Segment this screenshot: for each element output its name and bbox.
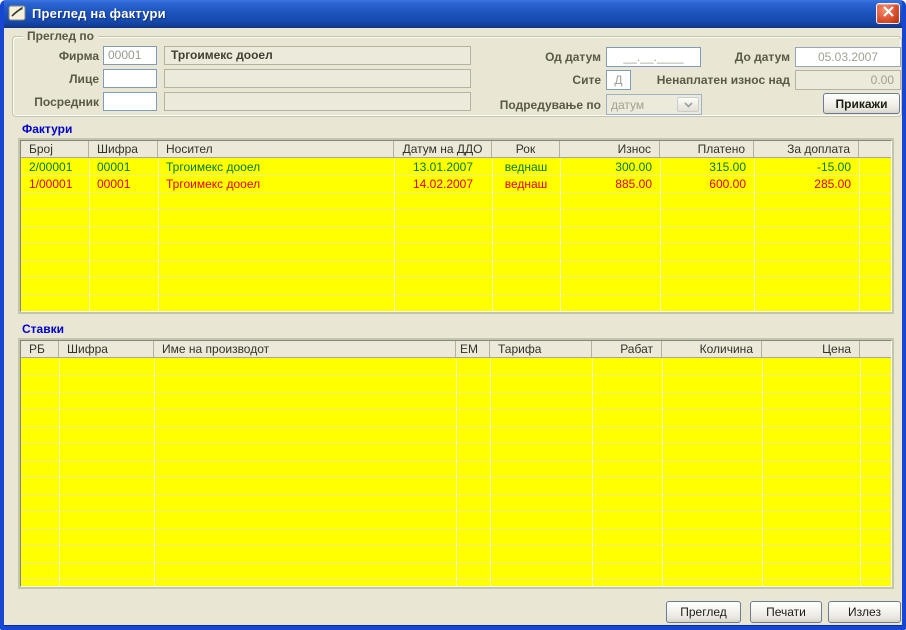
nenaplaten-input: 0.00 — [795, 70, 901, 90]
podreduvanje-dropdown[interactable]: датум — [606, 94, 702, 115]
filter-group-label: Преглед по — [23, 29, 98, 43]
podreduvanje-label: Подредување по — [444, 96, 601, 115]
items-table-header: РБ Шифра Име на производот ЕМ Тарифа Раб… — [21, 341, 891, 358]
items-col-rb: РБ — [21, 341, 59, 357]
chevron-down-icon[interactable] — [677, 97, 699, 112]
items-col-kolicina: Количина — [662, 341, 762, 357]
podreduvanje-value: датум — [611, 98, 644, 112]
izlez-button[interactable]: Излез — [828, 601, 901, 623]
invoices-col-broj: Број — [21, 141, 89, 157]
prikazi-button[interactable]: Прикажи — [823, 93, 900, 114]
lice-label: Лице — [14, 70, 99, 89]
items-col-sifra: Шифра — [59, 341, 154, 357]
invoices-col-rok: Рок — [492, 141, 560, 157]
table-row[interactable]: 1/00001 00001 Тргоимекс дооел 14.02.2007… — [21, 176, 891, 193]
window-title: Преглед на фактури — [32, 6, 876, 21]
items-col-em: ЕМ — [456, 341, 490, 357]
titlebar: Преглед на фактури — [0, 0, 906, 28]
lice-code-input[interactable] — [103, 69, 157, 88]
items-col-rabat: Рабат — [592, 341, 662, 357]
site-input[interactable]: Д — [606, 70, 631, 90]
items-col-tarifa: Тарифа — [490, 341, 592, 357]
pecati-button[interactable]: Печати — [750, 601, 822, 623]
invoices-col-iznos: Износ — [560, 141, 660, 157]
invoices-section-label: Фактури — [22, 122, 72, 136]
od-datum-label: Од датум — [464, 48, 601, 67]
items-col-ime: Име на производот — [154, 341, 456, 357]
items-table: РБ Шифра Име на производот ЕМ Тарифа Раб… — [18, 338, 894, 589]
site-label: Сите — [464, 71, 601, 90]
invoices-col-nositel: Носител — [158, 141, 394, 157]
invoices-col-plateno: Платено — [660, 141, 754, 157]
lice-name-field — [164, 69, 471, 88]
do-datum-label: До датум — [704, 48, 790, 67]
invoices-table: Број Шифра Носител Датум на ДДО Рок Изно… — [18, 138, 894, 314]
close-icon — [883, 4, 894, 22]
invoices-table-header: Број Шифра Носител Датум на ДДО Рок Изно… — [21, 141, 891, 158]
app-window: Преглед на фактури Преглед по Фирма 0000… — [0, 0, 906, 630]
items-table-body — [21, 359, 891, 586]
close-button[interactable] — [876, 3, 900, 24]
items-col-cena: Цена — [762, 341, 860, 357]
items-section-label: Ставки — [22, 322, 64, 336]
od-datum-input[interactable]: __.__.____ — [606, 47, 701, 67]
table-row[interactable]: 2/00001 00001 Тргоимекс дооел 13.01.2007… — [21, 159, 891, 176]
invoices-col-sifra: Шифра — [89, 141, 158, 157]
posrednik-name-field — [164, 92, 471, 111]
posrednik-code-input[interactable] — [103, 92, 157, 111]
firma-code-input[interactable]: 00001 — [103, 46, 157, 65]
invoices-col-datum: Датум на ДДО — [394, 141, 492, 157]
invoices-col-doplata: За доплата — [754, 141, 859, 157]
nenaplaten-label: Ненаплатен износ над — [637, 71, 790, 90]
firma-name-field: Тргоимекс дооел — [164, 46, 471, 65]
do-datum-input[interactable]: 05.03.2007 — [795, 47, 901, 67]
firma-label: Фирма — [14, 47, 99, 66]
app-icon — [8, 4, 26, 22]
posrednik-label: Посредник — [14, 93, 99, 112]
pregled-button[interactable]: Преглед — [666, 601, 741, 623]
invoices-table-body: 2/00001 00001 Тргоимекс дооел 13.01.2007… — [21, 159, 891, 311]
